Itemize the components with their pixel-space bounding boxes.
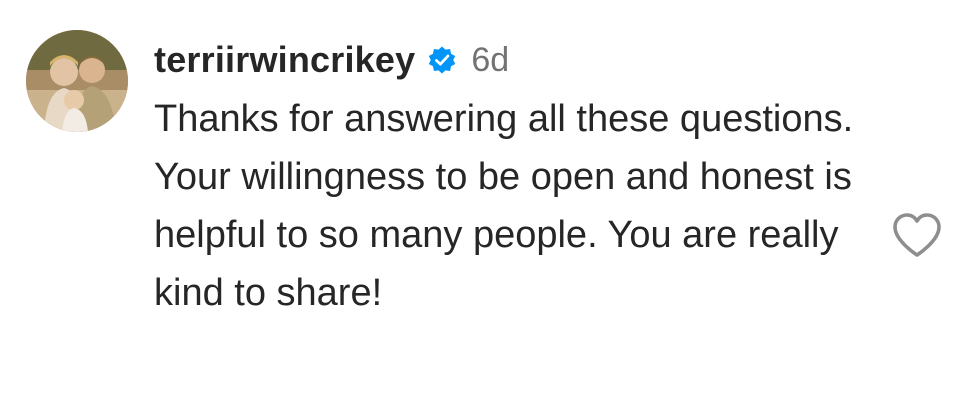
like-button[interactable]	[890, 210, 944, 260]
comment-header: terriirwincrikey 6d	[154, 36, 884, 84]
comment-body: terriirwincrikey 6d Thanks for answering…	[154, 36, 884, 322]
avatar[interactable]	[26, 30, 128, 132]
heart-outline-icon	[893, 213, 941, 257]
username-link[interactable]: terriirwincrikey	[154, 39, 415, 81]
comment-text: Thanks for answering all these questions…	[154, 98, 854, 314]
verified-badge-icon	[427, 45, 457, 75]
comment-item: terriirwincrikey 6d Thanks for answering…	[0, 0, 980, 400]
avatar-image	[26, 30, 128, 132]
timestamp[interactable]: 6d	[471, 41, 509, 80]
